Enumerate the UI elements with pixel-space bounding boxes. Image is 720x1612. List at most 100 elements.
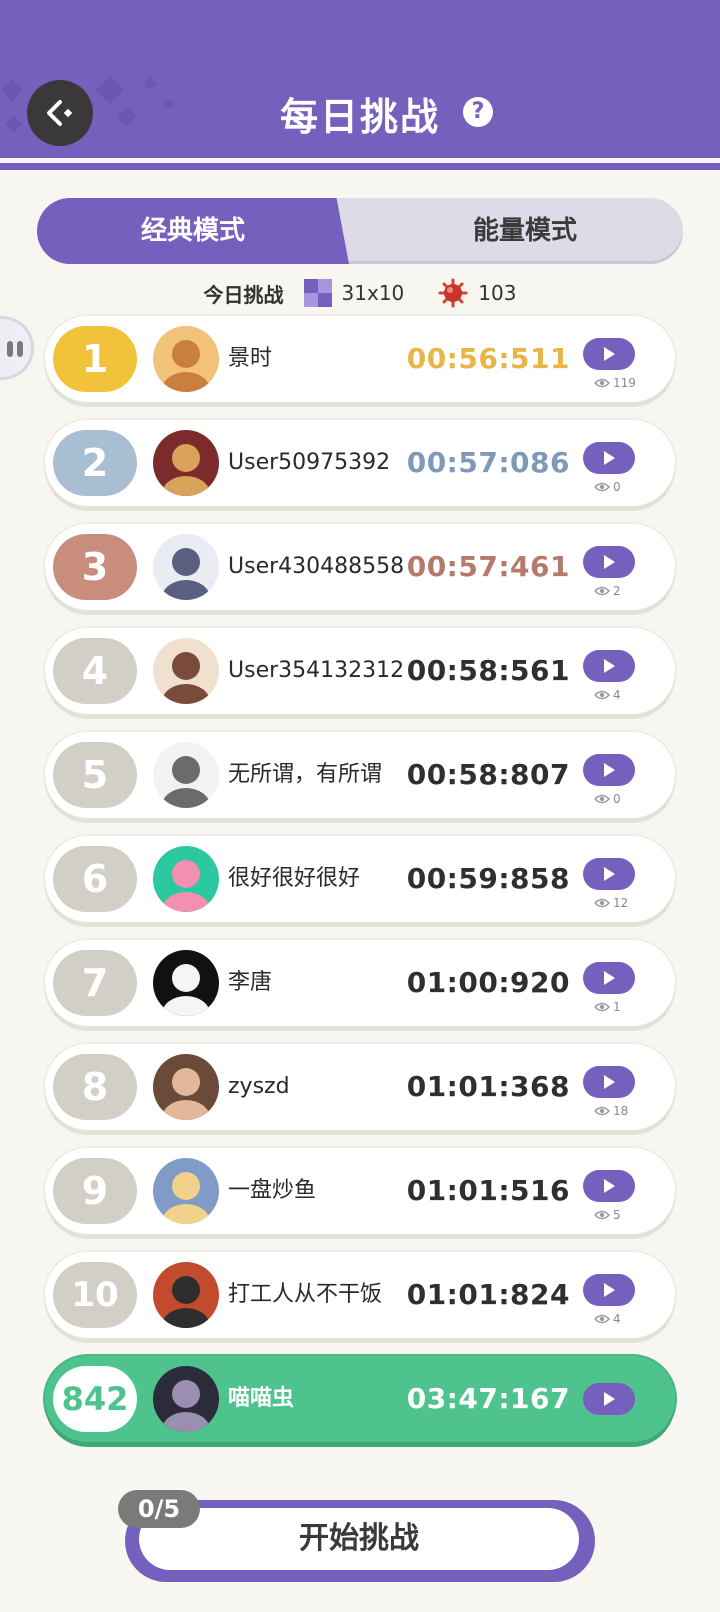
my-avatar[interactable] [153,1366,219,1432]
view-count-value: 4 [613,1312,621,1326]
page-title: 每日挑战 [279,95,440,139]
mine-count-value: 103 [478,281,517,305]
view-count-value: 5 [613,1208,621,1222]
avatar[interactable] [153,1158,219,1224]
avatar[interactable] [153,326,219,392]
rank-badge: 10 [53,1262,137,1328]
my-replay-button[interactable] [583,1383,635,1415]
avatar[interactable] [153,430,219,496]
mode-tabs: 经典模式 能量模式 [37,198,683,264]
play-icon [604,1075,615,1089]
player-name: User354132312 [228,658,405,683]
view-count: 4 [594,1312,621,1326]
player-name: zyszd [228,1074,290,1099]
avatar-image [153,1158,219,1224]
leaderboard-row: 2 User50975392 00:57:086 0 [45,420,675,506]
rank-badge: 6 [53,846,137,912]
my-rank-badge: 842 [53,1366,137,1432]
view-count-value: 2 [613,584,621,598]
leaderboard-row: 6 很好很好很好 00:59:858 12 [45,836,675,922]
leaderboard-row: 9 一盘炒鱼 01:01:516 5 [45,1148,675,1234]
player-name: User50975392 [228,450,391,475]
avatar[interactable] [153,1054,219,1120]
player-name: 一盘炒鱼 [228,1178,317,1203]
view-count-value: 18 [613,1104,629,1118]
avatar[interactable] [153,1262,219,1328]
grid-size-value: 31x10 [341,281,405,305]
replay-button[interactable] [583,650,635,682]
play-icon [604,1283,615,1297]
avatar[interactable] [153,950,219,1016]
eye-icon [594,794,610,804]
player-name: 很好很好很好 [228,866,361,891]
leaderboard-row: 5 无所谓，有所谓 00:58:807 0 [45,732,675,818]
avatar[interactable] [153,534,219,600]
finish-time: 00:57:461 [406,550,570,583]
rank-badge: 1 [53,326,137,392]
start-challenge-button[interactable]: 开始挑战 [139,1508,579,1570]
avatar-image [153,326,219,392]
leaderboard-row: 10 打工人从不干饭 01:01:824 4 [45,1252,675,1338]
eye-icon [594,898,610,908]
play-icon [604,867,615,881]
replay-button[interactable] [583,1274,635,1306]
replay-button[interactable] [583,962,635,994]
rank-badge: 4 [53,638,137,704]
finish-time: 01:01:824 [406,1278,570,1311]
play-icon [604,555,615,569]
tab-classic[interactable]: 经典模式 [37,198,349,264]
rank-badge: 9 [53,1158,137,1224]
view-count: 1 [594,1000,621,1014]
player-name: 打工人从不干饭 [228,1282,383,1307]
avatar-image [153,1366,219,1432]
leaderboard-row: 7 李唐 01:00:920 1 [45,940,675,1026]
player-name: 无所谓，有所谓 [228,762,383,787]
player-name: User430488558 [228,554,405,579]
play-icon [604,1392,615,1406]
finish-time: 00:57:086 [406,446,570,479]
eye-icon [594,482,610,492]
rank-badge: 7 [53,950,137,1016]
view-count: 4 [594,688,621,702]
tab-energy[interactable]: 能量模式 [367,198,683,264]
avatar[interactable] [153,846,219,912]
view-count-value: 0 [613,480,621,494]
rank-badge: 2 [53,430,137,496]
avatar-image [153,534,219,600]
view-count-value: 1 [613,1000,621,1014]
help-icon[interactable]: ? [463,97,493,127]
replay-button[interactable] [583,1170,635,1202]
side-pull-tab[interactable] [0,316,34,380]
mine-icon [438,278,468,308]
view-count-value: 12 [613,896,629,910]
eye-icon [594,1002,610,1012]
eye-icon [594,1314,610,1324]
view-count: 5 [594,1208,621,1222]
replay-button[interactable] [583,338,635,370]
finish-time: 01:01:516 [406,1174,570,1207]
replay-button[interactable] [583,858,635,890]
replay-button[interactable] [583,1066,635,1098]
finish-time: 00:58:807 [406,758,570,791]
view-count: 2 [594,584,621,598]
header-stripe [0,158,720,163]
finish-time: 01:01:368 [406,1070,570,1103]
replay-button[interactable] [583,442,635,474]
replay-button[interactable] [583,754,635,786]
replay-button[interactable] [583,546,635,578]
avatar-image [153,950,219,1016]
rank-badge: 5 [53,742,137,808]
challenge-stats: 今日挑战 31x10 103 [0,276,720,310]
play-icon [604,451,615,465]
view-count: 0 [594,792,621,806]
eye-icon [594,378,610,388]
avatar[interactable] [153,742,219,808]
play-icon [604,971,615,985]
avatar[interactable] [153,638,219,704]
grid-icon [303,279,332,307]
view-count-value: 0 [613,792,621,806]
player-name: 李唐 [228,970,273,995]
my-name: 喵喵虫 [228,1386,295,1411]
play-icon [604,763,615,777]
play-icon [604,659,615,673]
